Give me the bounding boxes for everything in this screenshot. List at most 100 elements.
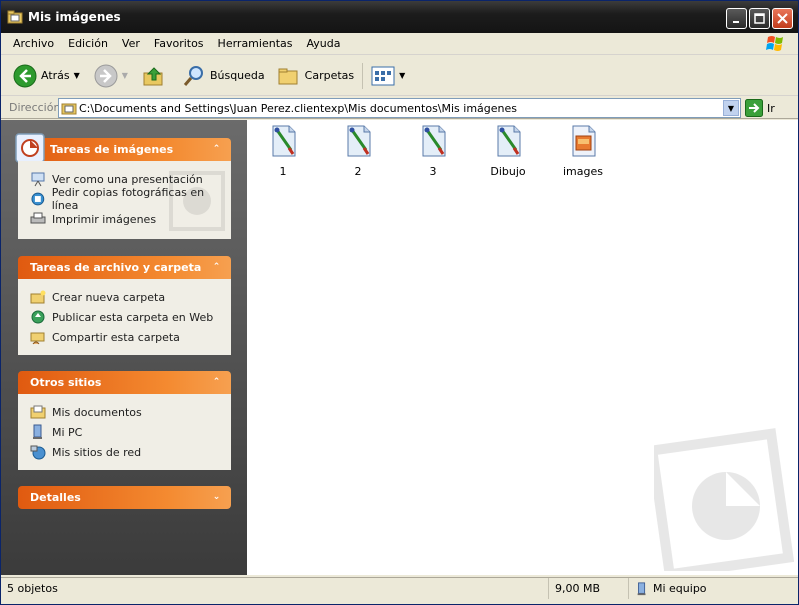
paint-image-icon: [347, 125, 371, 157]
views-dropdown-icon[interactable]: ▼: [399, 71, 405, 80]
watermark-icon: [169, 171, 225, 231]
place-network[interactable]: Mis sitios de red: [30, 442, 231, 462]
address-bar: Dirección C:\Documents and Settings\Juan…: [1, 97, 798, 119]
up-folder-icon: [143, 66, 163, 85]
file-tasks-panel: Tareas de archivo y carpeta ⌃ Crear nuev…: [18, 256, 231, 355]
other-places-title: Otros sitios: [30, 376, 102, 389]
close-button[interactable]: [772, 8, 793, 29]
file-tasks-body: Crear nueva carpeta Publicar esta carpet…: [18, 279, 231, 355]
go-button[interactable]: Ir: [745, 99, 775, 117]
file-item[interactable]: Dibujo: [478, 124, 538, 178]
my-computer-icon: [33, 424, 42, 439]
paint-image-icon: [497, 125, 521, 157]
task-publish-web[interactable]: Publicar esta carpeta en Web: [30, 307, 231, 327]
menu-ver[interactable]: Ver: [116, 37, 146, 50]
file-view[interactable]: 1 2 3 Dibujo images: [247, 120, 798, 575]
my-documents-icon: [30, 405, 46, 419]
image-tasks-panel: Tareas de imágenes ⌃ Ver como una presen…: [15, 133, 231, 239]
details-panel: Detalles ⌄: [18, 486, 231, 509]
file-item[interactable]: 1: [253, 124, 313, 178]
close-icon: [777, 13, 788, 24]
file-item[interactable]: 3: [403, 124, 463, 178]
expand-chevron-icon[interactable]: ⌄: [210, 491, 223, 504]
folders-icon: [278, 68, 298, 84]
address-label: Dirección: [9, 101, 61, 114]
menu-archivo[interactable]: Archivo: [7, 37, 60, 50]
back-arrow-icon: [13, 64, 37, 87]
slideshow-icon: [31, 172, 45, 187]
title-bar[interactable]: Mis imágenes: [1, 1, 798, 33]
details-header[interactable]: Detalles ⌄: [18, 486, 231, 509]
maximize-button[interactable]: [749, 8, 770, 29]
go-label: Ir: [767, 101, 775, 115]
toolbar: Atrás ▼ ▼ Búsqueda Carpetas ▼: [1, 56, 798, 96]
explorer-window: Mis imágenes Archivo Edición Ver Favorit…: [0, 0, 799, 605]
other-places-header[interactable]: Otros sitios ⌃: [18, 371, 231, 394]
status-location: Mi equipo: [629, 578, 795, 599]
minimize-button[interactable]: [726, 8, 747, 29]
task-new-folder[interactable]: Crear nueva carpeta: [30, 287, 231, 307]
status-size: 9,00 MB: [549, 578, 629, 599]
status-bar: 5 objetos 9,00 MB Mi equipo: [1, 577, 798, 599]
folders-label: Carpetas: [304, 69, 355, 82]
window-title: Mis imágenes: [28, 10, 121, 24]
status-object-count: 5 objetos: [1, 578, 549, 599]
collapse-chevron-icon[interactable]: ⌃: [210, 261, 223, 274]
search-button[interactable]: Búsqueda: [178, 60, 269, 92]
menu-herramientas[interactable]: Herramientas: [212, 37, 299, 50]
place-my-computer[interactable]: Mi PC: [30, 422, 231, 442]
file-tasks-header[interactable]: Tareas de archivo y carpeta ⌃: [18, 256, 231, 279]
collapse-chevron-icon[interactable]: ⌃: [210, 143, 223, 156]
place-my-documents[interactable]: Mis documentos: [30, 402, 231, 422]
other-places-panel: Otros sitios ⌃ Mis documentos Mi PC Mis …: [18, 371, 231, 470]
folder-pictures-icon: [7, 10, 23, 24]
details-title: Detalles: [30, 491, 81, 504]
toolbar-separator: [362, 62, 364, 89]
back-button[interactable]: Atrás ▼: [9, 60, 84, 92]
new-folder-icon: [30, 290, 46, 304]
go-arrow-icon: [745, 99, 763, 117]
order-prints-icon: [31, 192, 45, 206]
views-icon: [371, 66, 395, 85]
picture-file-icon: [572, 125, 596, 157]
menu-bar: Archivo Edición Ver Favoritos Herramient…: [1, 33, 798, 55]
print-icon: [30, 212, 46, 224]
collapse-chevron-icon[interactable]: ⌃: [210, 376, 223, 389]
publish-web-icon: [31, 310, 45, 324]
back-label: Atrás: [41, 69, 70, 82]
image-tasks-title: Tareas de imágenes: [50, 143, 174, 156]
up-folder-button[interactable]: [138, 60, 170, 92]
folder-pictures-icon: [61, 103, 77, 115]
chevron-down-icon: ▼: [727, 103, 735, 113]
maximize-icon: [754, 13, 765, 24]
my-computer-icon: [637, 581, 646, 595]
search-icon: [183, 65, 203, 86]
folders-button[interactable]: Carpetas: [273, 60, 358, 92]
watermark-icon: [654, 428, 794, 571]
file-item[interactable]: images: [553, 124, 613, 178]
file-item[interactable]: 2: [328, 124, 388, 178]
task-pane: Tareas de imágenes ⌃ Ver como una presen…: [1, 120, 247, 575]
network-places-icon: [30, 445, 46, 460]
image-tasks-icon: [15, 133, 45, 163]
paint-image-icon: [272, 125, 296, 157]
file-tasks-title: Tareas de archivo y carpeta: [30, 261, 202, 274]
back-dropdown-icon[interactable]: ▼: [74, 71, 80, 80]
windows-logo-icon: [766, 36, 783, 51]
paint-image-icon: [422, 125, 446, 157]
menu-edicion[interactable]: Edición: [62, 37, 114, 50]
image-tasks-header[interactable]: Tareas de imágenes ⌃: [15, 133, 231, 163]
address-input[interactable]: C:\Documents and Settings\Juan Perez.cli…: [58, 98, 741, 118]
image-tasks-body: Ver como una presentación Pedir copias f…: [18, 161, 231, 239]
menu-favoritos[interactable]: Favoritos: [148, 37, 210, 50]
share-folder-icon: [30, 332, 45, 345]
other-places-body: Mis documentos Mi PC Mis sitios de red: [18, 394, 231, 470]
forward-button[interactable]: ▼: [90, 60, 132, 92]
address-path: C:\Documents and Settings\Juan Perez.cli…: [79, 101, 518, 115]
forward-dropdown-icon[interactable]: ▼: [122, 71, 128, 80]
address-dropdown-button[interactable]: ▼: [723, 100, 739, 116]
task-share-folder[interactable]: Compartir esta carpeta: [30, 327, 231, 347]
views-button[interactable]: ▼: [367, 60, 409, 92]
menu-ayuda[interactable]: Ayuda: [300, 37, 346, 50]
search-label: Búsqueda: [209, 69, 265, 82]
